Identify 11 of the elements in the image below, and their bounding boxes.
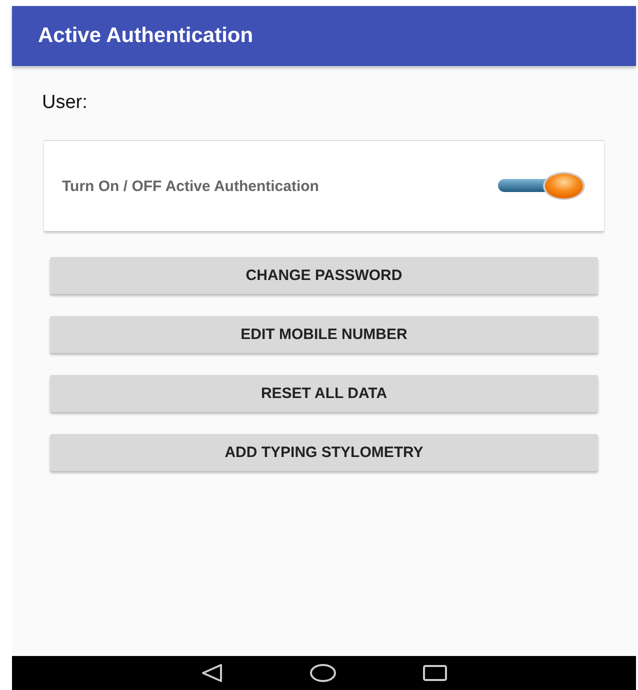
action-button[interactable]: EDIT MOBILE NUMBER (50, 316, 598, 353)
action-button[interactable]: CHANGE PASSWORD (50, 257, 598, 294)
back-icon[interactable] (200, 663, 224, 683)
app-title: Active Authentication (38, 24, 254, 48)
setting-label: Turn On / OFF Active Authentication (62, 178, 319, 194)
home-icon[interactable] (309, 663, 337, 683)
recents-icon[interactable] (422, 663, 448, 683)
user-label: User: (42, 92, 88, 114)
action-button[interactable]: ADD TYPING STYLOMETRY (50, 434, 598, 471)
action-button[interactable]: RESET ALL DATA (50, 375, 598, 412)
toggle-switch[interactable] (496, 169, 588, 203)
